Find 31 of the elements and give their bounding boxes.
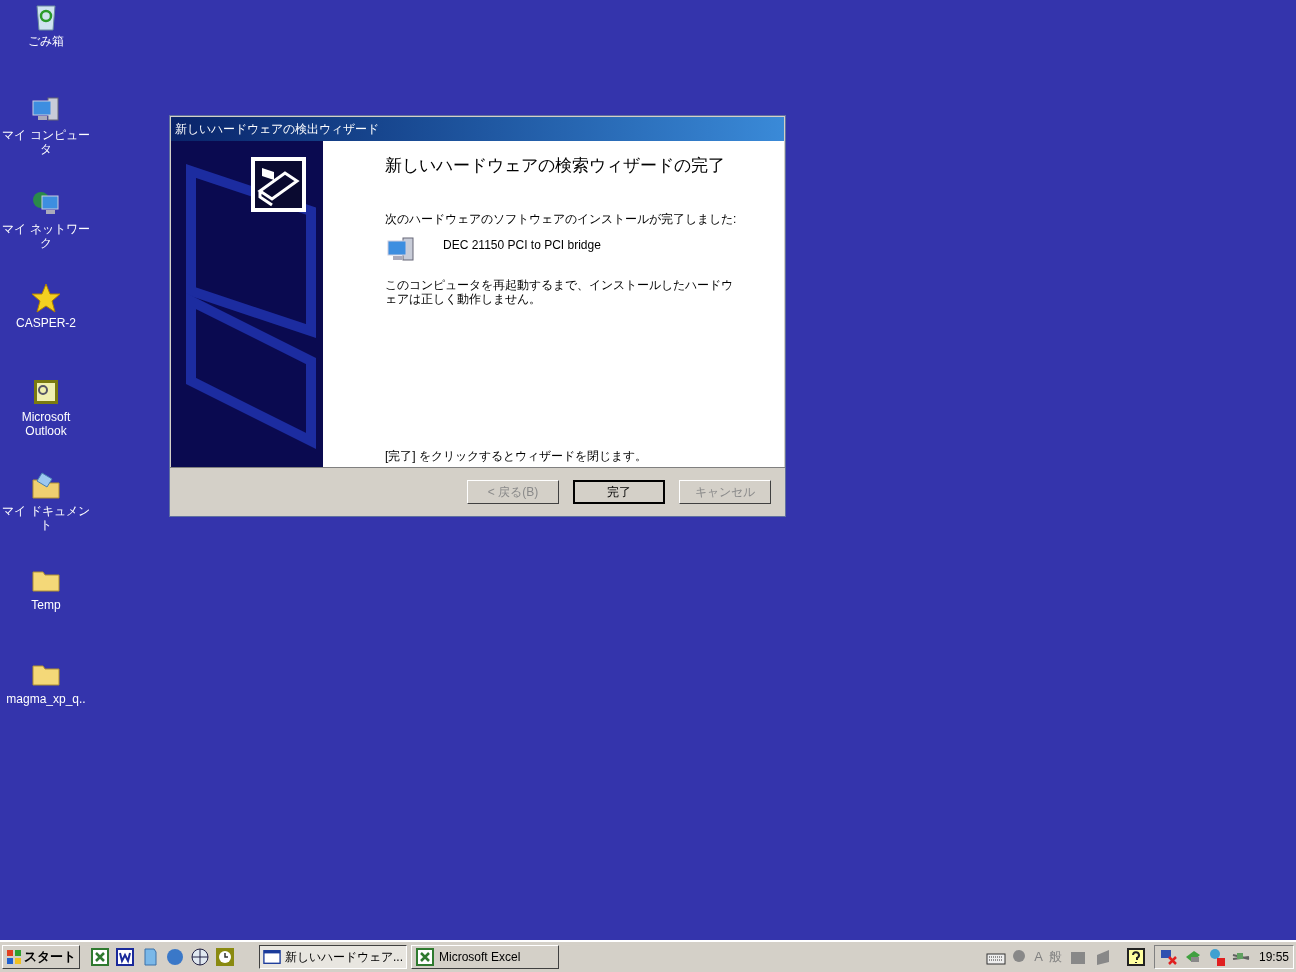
desktop-icon-label[interactable]: マイ ネットワーク — [0, 222, 92, 250]
taskbar-button[interactable]: Microsoft Excel — [411, 945, 559, 969]
documents-folder-icon — [30, 470, 62, 502]
spreadsheet-icon[interactable] — [90, 947, 110, 967]
start-button[interactable]: スタート — [2, 945, 80, 969]
help-icon[interactable] — [1125, 947, 1146, 967]
globe-icon[interactable] — [190, 947, 210, 967]
wizard-heading: 新しいハードウェアの検索ウィザードの完了 — [385, 155, 726, 177]
restart-note: このコンピュータを再起動するまで、インストールしたハードウェアは正しく動作しません。 — [385, 277, 734, 306]
clock-icon[interactable] — [215, 947, 235, 967]
spreadsheet-icon — [415, 947, 435, 967]
word-document-icon[interactable] — [115, 947, 135, 967]
desktop-icon-label[interactable]: CASPER-2 — [15, 316, 77, 330]
footer-instruction: [完了] をクリックするとウィザードを閉じます。 — [385, 448, 648, 465]
device-name: DEC 21150 PCI to PCI bridge — [443, 236, 601, 254]
taskbar-button[interactable]: 新しいハードウェア... — [259, 945, 407, 969]
desktop-icon-label[interactable]: マイ ドキュメント — [0, 504, 92, 532]
network-disconnected-icon[interactable] — [1158, 947, 1179, 967]
clock[interactable]: 19:55 — [1258, 948, 1289, 966]
desktop-icon-label[interactable]: Temp — [30, 598, 62, 612]
star-icon — [30, 282, 62, 314]
window-title: 新しいハードウェアの検出ウィザード — [175, 121, 379, 138]
windows-flag-icon — [6, 949, 22, 965]
intro-text: 次のハードウェアのソフトウェアのインストールが完了しました: — [385, 210, 738, 228]
desktop-icon-label[interactable]: Microsoft Outlook — [0, 410, 92, 438]
desktop-icon-label[interactable]: magma_xp_q.. — [5, 692, 87, 706]
desktop-icon-label[interactable]: マイ コンピュータ — [0, 128, 92, 156]
hardware-box-icon — [250, 156, 307, 213]
window-icon — [263, 949, 281, 965]
desktop-icon-label[interactable]: ごみ箱 — [27, 34, 65, 48]
wizard-button[interactable]: 完了 — [573, 480, 665, 504]
